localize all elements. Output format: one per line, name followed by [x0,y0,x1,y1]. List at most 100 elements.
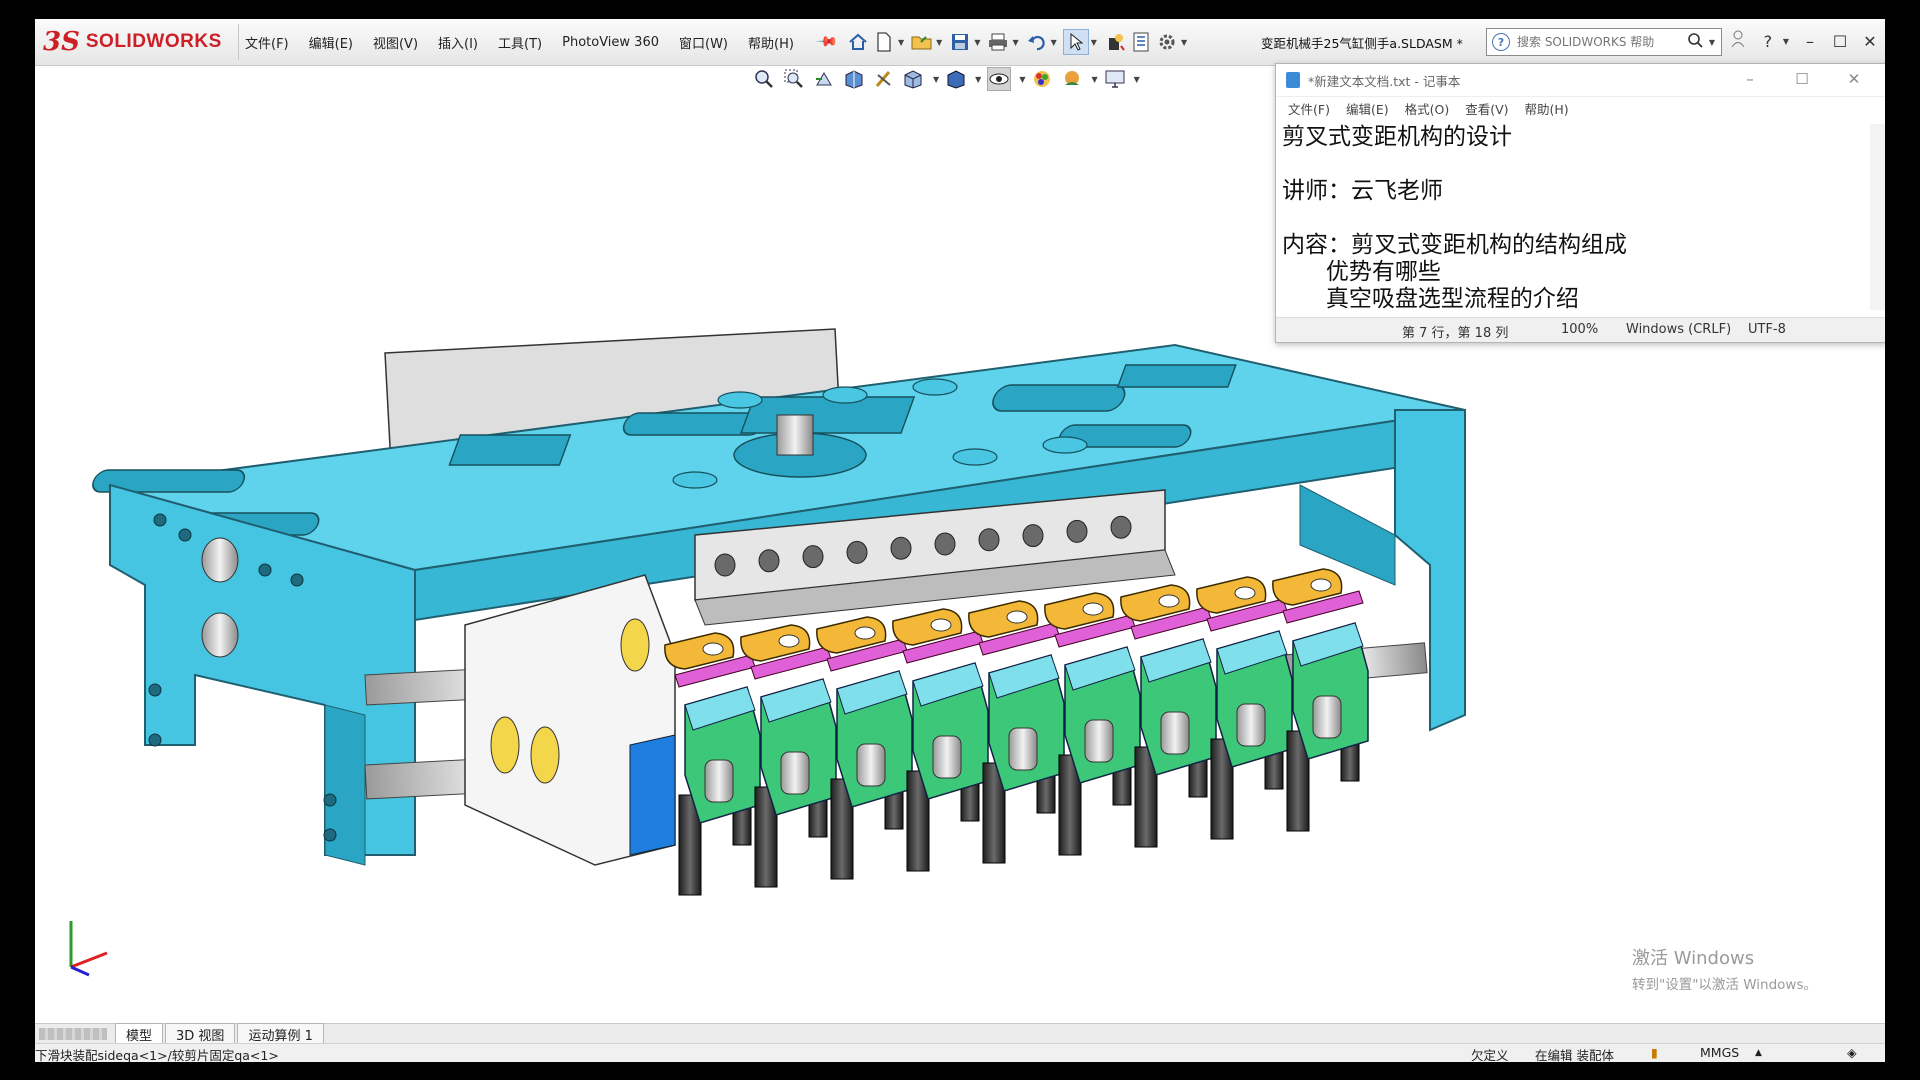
notepad-menu-view[interactable]: 查看(V) [1457,99,1516,118]
chevron-down-icon[interactable]: ▼ [898,38,904,47]
home-icon[interactable] [846,30,870,54]
air-fitting [932,735,962,779]
lever-pin [778,634,800,648]
notepad-status-bar: 第 7 行，第 18 列 100% Windows (CRLF) UTF-8 [1276,317,1885,342]
air-fitting [1312,695,1342,739]
select-cursor-icon[interactable] [1062,29,1089,55]
manifold-hole [934,532,956,556]
manifold-hole [758,549,780,573]
minimize-icon[interactable]: – [1795,32,1825,51]
cursor-position: 第 7 行，第 18 列 [1402,326,1509,341]
lever-pin [930,618,952,632]
menu-help[interactable]: 帮助(H) [738,33,804,52]
menu-tools[interactable]: 工具(T) [488,33,552,52]
tab-motion-study[interactable]: 运动算例 1 [237,1023,324,1045]
status-bar: 下滑块装配sideqa<1>/较剪片固定qa<1> 欠定义 在编辑 装配体 ▮ … [35,1043,1885,1062]
title-bar: 3S SOLIDWORKS 文件(F) 编辑(E) 视图(V) 插入(I) 工具… [35,19,1885,66]
text-line: 讲师：云飞老师 [1282,178,1443,204]
logo-mark: 3S [43,27,80,57]
solidworks-logo[interactable]: 3S SOLIDWORKS [43,24,239,60]
help-question-icon: ? [1492,33,1510,51]
manifold-hole [1066,519,1088,543]
line-ending: Windows (CRLF) [1626,322,1732,337]
notepad-window-controls: – ☐ ✕ [1724,70,1880,88]
print-icon[interactable] [986,30,1010,54]
rebuild-status-icon[interactable]: ▮ [1651,1045,1658,1060]
definition-state: 欠定义 [1471,1048,1509,1062]
chevron-down-icon[interactable]: ▼ [1783,37,1789,46]
activation-watermark-text: 转到"设置"以激活 Windows。 [1632,977,1817,993]
menu-window[interactable]: 窗口(W) [669,33,738,52]
air-fitting [1084,719,1114,763]
air-fitting [704,759,734,803]
lever-pin [1006,610,1028,624]
window-controls: ? ▼ – ☐ ✕ [1723,25,1885,57]
logo-text: SOLIDWORKS [85,31,222,52]
lever-pin [854,626,876,640]
notepad-menu-file[interactable]: 文件(F) [1280,99,1338,118]
menu-view[interactable]: 视图(V) [363,33,428,52]
text-line: 优势有哪些 [1282,259,1441,285]
chevron-down-icon[interactable]: ▼ [1709,38,1715,47]
notepad-menu-format[interactable]: 格式(O) [1397,99,1458,118]
notepad-scrollbar[interactable] [1870,124,1885,310]
tab-model[interactable]: 模型 [115,1023,164,1045]
manifold-hole [1110,515,1132,539]
notepad-menu-bar: 文件(F) 编辑(E) 格式(O) 查看(V) 帮助(H) [1276,97,1885,119]
lever-pin [1234,586,1256,600]
menu-file[interactable]: 文件(F) [235,33,299,52]
open-folder-icon[interactable] [910,30,934,54]
maximize-icon[interactable]: ☐ [1825,32,1855,51]
manifold-hole [714,553,736,577]
rebuild-icon[interactable] [1103,30,1127,54]
search-icon[interactable] [1687,32,1703,52]
chevron-down-icon[interactable]: ▼ [1181,38,1187,47]
chevron-down-icon[interactable]: ▼ [1012,38,1018,47]
notepad-menu-edit[interactable]: 编辑(E) [1338,99,1397,118]
menu-edit[interactable]: 编辑(E) [299,33,363,52]
help-icon[interactable]: ? [1753,32,1783,51]
pin-icon[interactable]: 📌 [815,30,839,54]
notification-icon[interactable]: ◈ [1847,1045,1857,1060]
lever-pin [1310,578,1332,592]
save-icon[interactable] [948,30,972,54]
solidworks-window: 3S SOLIDWORKS 文件(F) 编辑(E) 视图(V) 插入(I) 工具… [35,19,1885,1062]
tab-scroll-handle[interactable] [39,1028,107,1040]
manifold-hole [1022,524,1044,548]
help-search-input[interactable] [1515,34,1669,50]
user-account-icon[interactable] [1723,30,1753,52]
air-fitting [1008,727,1038,771]
text-line: 真空吸盘选型流程的介绍 [1282,286,1579,310]
menu-bar: 文件(F) 编辑(E) 视图(V) 插入(I) 工具(T) PhotoView … [235,19,838,65]
edit-mode: 在编辑 装配体 [1535,1048,1614,1062]
menu-insert[interactable]: 插入(I) [428,33,488,52]
zoom-level: 100% [1561,322,1599,337]
chevron-down-icon[interactable]: ▼ [936,38,942,47]
notepad-text-area[interactable]: 剪叉式变距机构的设计 讲师：云飞老师 内容：剪叉式变距机构的结构组成 优势有哪些… [1282,124,1862,310]
help-search-box[interactable]: ? ▼ [1486,28,1722,56]
encoding: UTF-8 [1748,322,1786,337]
file-properties-icon[interactable] [1129,30,1153,54]
new-document-icon[interactable] [872,30,896,54]
tab-3d-view[interactable]: 3D 视图 [165,1023,236,1045]
maximize-icon[interactable]: ☐ [1776,70,1828,88]
chevron-down-icon[interactable]: ▼ [974,38,980,47]
chevron-down-icon[interactable]: ▼ [1091,38,1097,47]
undo-icon[interactable] [1025,30,1049,54]
air-fitting [780,751,810,795]
notepad-window[interactable]: *新建文本文档.txt - 记事本 – ☐ ✕ 文件(F) 编辑(E) 格式(O… [1275,63,1885,343]
manifold-hole [890,536,912,560]
minimize-icon[interactable]: – [1724,70,1776,88]
notepad-title-bar[interactable]: *新建文本文档.txt - 记事本 – ☐ ✕ [1276,64,1885,97]
manifold-hole [846,540,868,564]
menu-photoview[interactable]: PhotoView 360 [552,35,669,50]
manifold-hole [802,545,824,569]
chevron-up-icon[interactable]: ▲ [1755,1048,1762,1058]
unit-system[interactable]: MMGS [1700,1045,1739,1060]
chevron-down-icon[interactable]: ▼ [1051,38,1057,47]
close-icon[interactable]: ✕ [1828,70,1880,88]
bottom-tab-bar: 模型 3D 视图 运动算例 1 [35,1023,1885,1045]
options-gear-icon[interactable] [1155,30,1179,54]
close-icon[interactable]: ✕ [1855,32,1885,51]
notepad-menu-help[interactable]: 帮助(H) [1517,99,1577,118]
